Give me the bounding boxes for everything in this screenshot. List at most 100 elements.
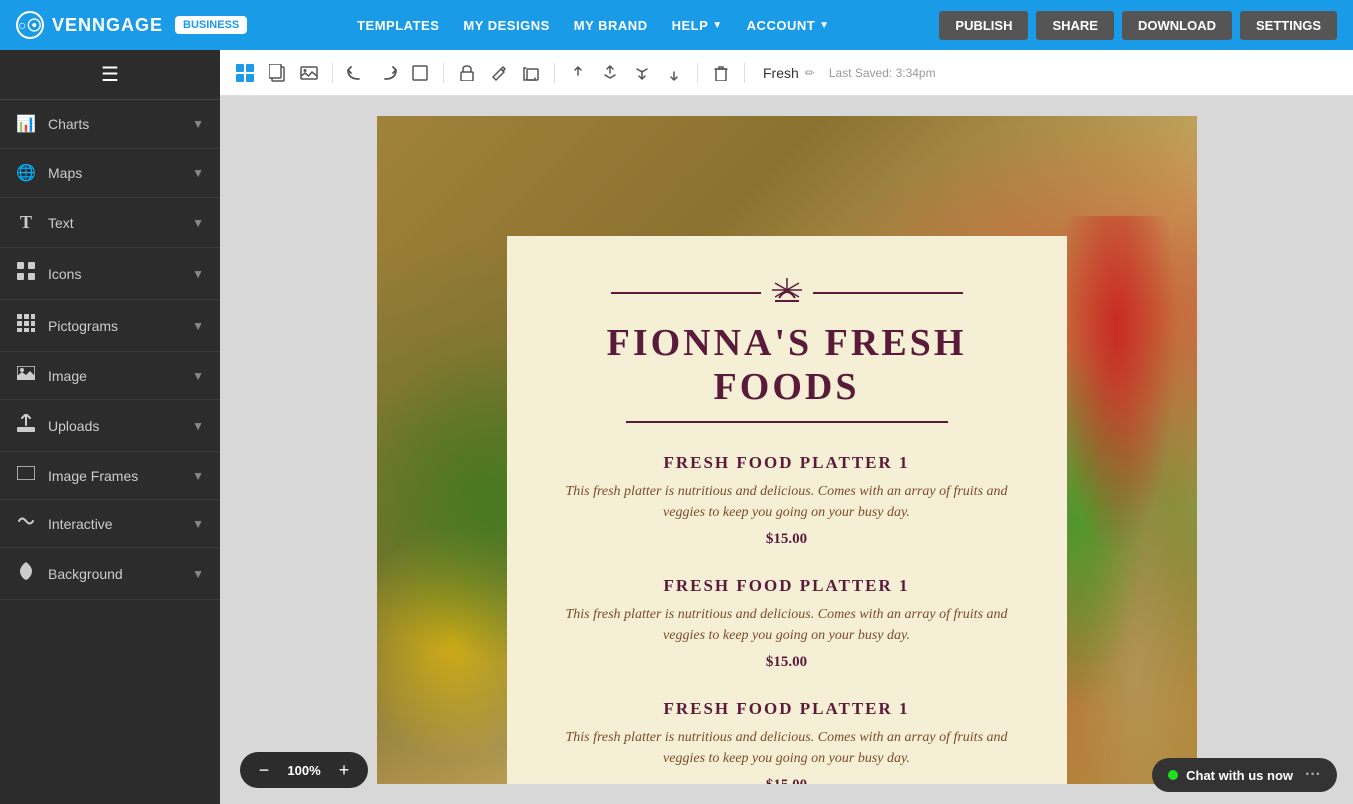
toolbar-bring-forward-icon[interactable] bbox=[597, 60, 623, 86]
menu-item-3[interactable]: FRESH FOOD PLATTER 1 This fresh platter … bbox=[557, 699, 1017, 784]
sidebar-item-icons[interactable]: Icons ▼ bbox=[0, 248, 220, 300]
image-frames-caret: ▼ bbox=[192, 469, 204, 483]
toolbar-copy-icon[interactable] bbox=[264, 60, 290, 86]
uploads-caret: ▼ bbox=[192, 419, 204, 433]
image-caret: ▼ bbox=[192, 369, 204, 383]
sidebar-item-image-frames[interactable]: Image Frames ▼ bbox=[0, 452, 220, 500]
separator-5 bbox=[744, 63, 745, 83]
zoom-out-button[interactable]: − bbox=[252, 758, 276, 782]
menu-item-1-desc: This fresh platter is nutritious and del… bbox=[557, 481, 1017, 523]
toolbar-bring-front-icon[interactable] bbox=[565, 60, 591, 86]
hamburger-icon: ☰ bbox=[101, 62, 119, 87]
settings-button[interactable]: SETTINGS bbox=[1240, 11, 1337, 40]
sidebar-item-charts[interactable]: 📊 Charts ▼ bbox=[0, 100, 220, 149]
toolbar-lock-icon[interactable] bbox=[454, 60, 480, 86]
sidebar-item-maps[interactable]: 🌐 Maps ▼ bbox=[0, 149, 220, 198]
separator-1 bbox=[332, 63, 333, 83]
share-button[interactable]: SHARE bbox=[1036, 11, 1114, 40]
zoom-level: 100% bbox=[284, 763, 324, 778]
menu-item-1-title: FRESH FOOD PLATTER 1 bbox=[557, 453, 1017, 473]
divider-line-left bbox=[611, 292, 761, 294]
maps-icon: 🌐 bbox=[16, 163, 36, 183]
help-caret: ▼ bbox=[712, 20, 722, 31]
text-caret: ▼ bbox=[192, 216, 204, 230]
menu-card[interactable]: FIONNA'S FRESH FOODS FRESH FOOD PLATTER … bbox=[507, 236, 1067, 784]
toolbar-undo-icon[interactable] bbox=[343, 60, 369, 86]
doc-edit-icon[interactable]: ✏ bbox=[805, 66, 815, 80]
zoom-controls: − 100% + bbox=[240, 752, 368, 788]
menu-item-3-desc: This fresh platter is nutritious and del… bbox=[557, 727, 1017, 769]
sidebar: ☰ 📊 Charts ▼ 🌐 Maps ▼ T Text ▼ bbox=[0, 50, 220, 804]
toolbar-resize-icon[interactable] bbox=[407, 60, 433, 86]
text-icon: T bbox=[16, 212, 36, 233]
sidebar-item-interactive[interactable]: Interactive ▼ bbox=[0, 500, 220, 548]
nav-left: VENNGAGE BUSINESS bbox=[16, 11, 247, 39]
nav-account[interactable]: ACCOUNT ▼ bbox=[747, 18, 830, 33]
nav-my-designs[interactable]: MY DESIGNS bbox=[463, 18, 549, 33]
sun-divider bbox=[557, 276, 1017, 309]
toolbar-image-icon[interactable] bbox=[296, 60, 322, 86]
document-name: Fresh bbox=[763, 65, 799, 81]
menu-header: FIONNA'S FRESH FOODS bbox=[557, 276, 1017, 423]
menu-item-1[interactable]: FRESH FOOD PLATTER 1 This fresh platter … bbox=[557, 453, 1017, 548]
toolbar-venngage-icon[interactable] bbox=[232, 60, 258, 86]
zoom-in-button[interactable]: + bbox=[332, 758, 356, 782]
background-icon bbox=[16, 562, 36, 585]
sidebar-menu-button[interactable]: ☰ bbox=[0, 50, 220, 100]
toolbar-send-backward-icon[interactable] bbox=[629, 60, 655, 86]
publish-button[interactable]: PUBLISH bbox=[939, 11, 1028, 40]
image-frames-icon bbox=[16, 466, 36, 485]
download-button[interactable]: DOWNLOAD bbox=[1122, 11, 1232, 40]
sidebar-item-pictograms[interactable]: Pictograms ▼ bbox=[0, 300, 220, 352]
interactive-icon bbox=[16, 514, 36, 533]
chat-ellipsis-icon: ··· bbox=[1305, 766, 1321, 784]
pictograms-icon bbox=[16, 314, 36, 337]
chat-online-indicator bbox=[1168, 770, 1178, 780]
uploads-icon bbox=[16, 414, 36, 437]
canvas-area[interactable]: FIONNA'S FRESH FOODS FRESH FOOD PLATTER … bbox=[220, 96, 1353, 804]
toolbar-edit-icon[interactable] bbox=[486, 60, 512, 86]
account-caret: ▼ bbox=[819, 20, 829, 31]
menu-item-3-price: $15.00 bbox=[557, 777, 1017, 784]
menu-item-2[interactable]: FRESH FOOD PLATTER 1 This fresh platter … bbox=[557, 576, 1017, 671]
menu-item-2-title: FRESH FOOD PLATTER 1 bbox=[557, 576, 1017, 596]
sidebar-item-image[interactable]: Image ▼ bbox=[0, 352, 220, 400]
sun-icon bbox=[769, 276, 805, 309]
nav-help[interactable]: HELP ▼ bbox=[672, 18, 723, 33]
separator-4 bbox=[697, 63, 698, 83]
icons-caret: ▼ bbox=[192, 267, 204, 281]
menu-title-underline bbox=[626, 421, 948, 423]
menu-title: FIONNA'S FRESH FOODS bbox=[557, 321, 1017, 409]
toolbar-redo-icon[interactable] bbox=[375, 60, 401, 86]
interactive-caret: ▼ bbox=[192, 517, 204, 531]
sidebar-item-background[interactable]: Background ▼ bbox=[0, 548, 220, 600]
design-canvas[interactable]: FIONNA'S FRESH FOODS FRESH FOOD PLATTER … bbox=[377, 116, 1197, 784]
maps-caret: ▼ bbox=[192, 166, 204, 180]
toolbar-delete-icon[interactable] bbox=[708, 60, 734, 86]
toolbar: Fresh ✏ Last Saved: 3:34pm bbox=[220, 50, 1353, 96]
menu-item-1-price: $15.00 bbox=[557, 531, 1017, 548]
logo-icon bbox=[16, 11, 44, 39]
toolbar-duplicate-icon[interactable] bbox=[518, 60, 544, 86]
nav-my-brand[interactable]: MY BRAND bbox=[574, 18, 648, 33]
logo-text: VENNGAGE bbox=[52, 15, 163, 36]
sidebar-item-text[interactable]: T Text ▼ bbox=[0, 198, 220, 248]
toolbar-send-back-icon[interactable] bbox=[661, 60, 687, 86]
separator-3 bbox=[554, 63, 555, 83]
separator-2 bbox=[443, 63, 444, 83]
menu-item-3-title: FRESH FOOD PLATTER 1 bbox=[557, 699, 1017, 719]
last-saved-text: Last Saved: 3:34pm bbox=[829, 66, 936, 80]
nav-templates[interactable]: TEMPLATES bbox=[357, 18, 439, 33]
charts-icon: 📊 bbox=[16, 114, 36, 134]
nav-center: TEMPLATES MY DESIGNS MY BRAND HELP ▼ ACC… bbox=[357, 18, 829, 33]
nav-right: PUBLISH SHARE DOWNLOAD SETTINGS bbox=[939, 11, 1337, 40]
chat-widget[interactable]: Chat with us now ··· bbox=[1152, 758, 1337, 792]
charts-caret: ▼ bbox=[192, 117, 204, 131]
icons-icon bbox=[16, 262, 36, 285]
top-navigation: VENNGAGE BUSINESS TEMPLATES MY DESIGNS M… bbox=[0, 0, 1353, 50]
pictograms-caret: ▼ bbox=[192, 319, 204, 333]
menu-item-2-price: $15.00 bbox=[557, 654, 1017, 671]
business-badge: BUSINESS bbox=[175, 16, 247, 34]
logo[interactable]: VENNGAGE bbox=[16, 11, 163, 39]
sidebar-item-uploads[interactable]: Uploads ▼ bbox=[0, 400, 220, 452]
